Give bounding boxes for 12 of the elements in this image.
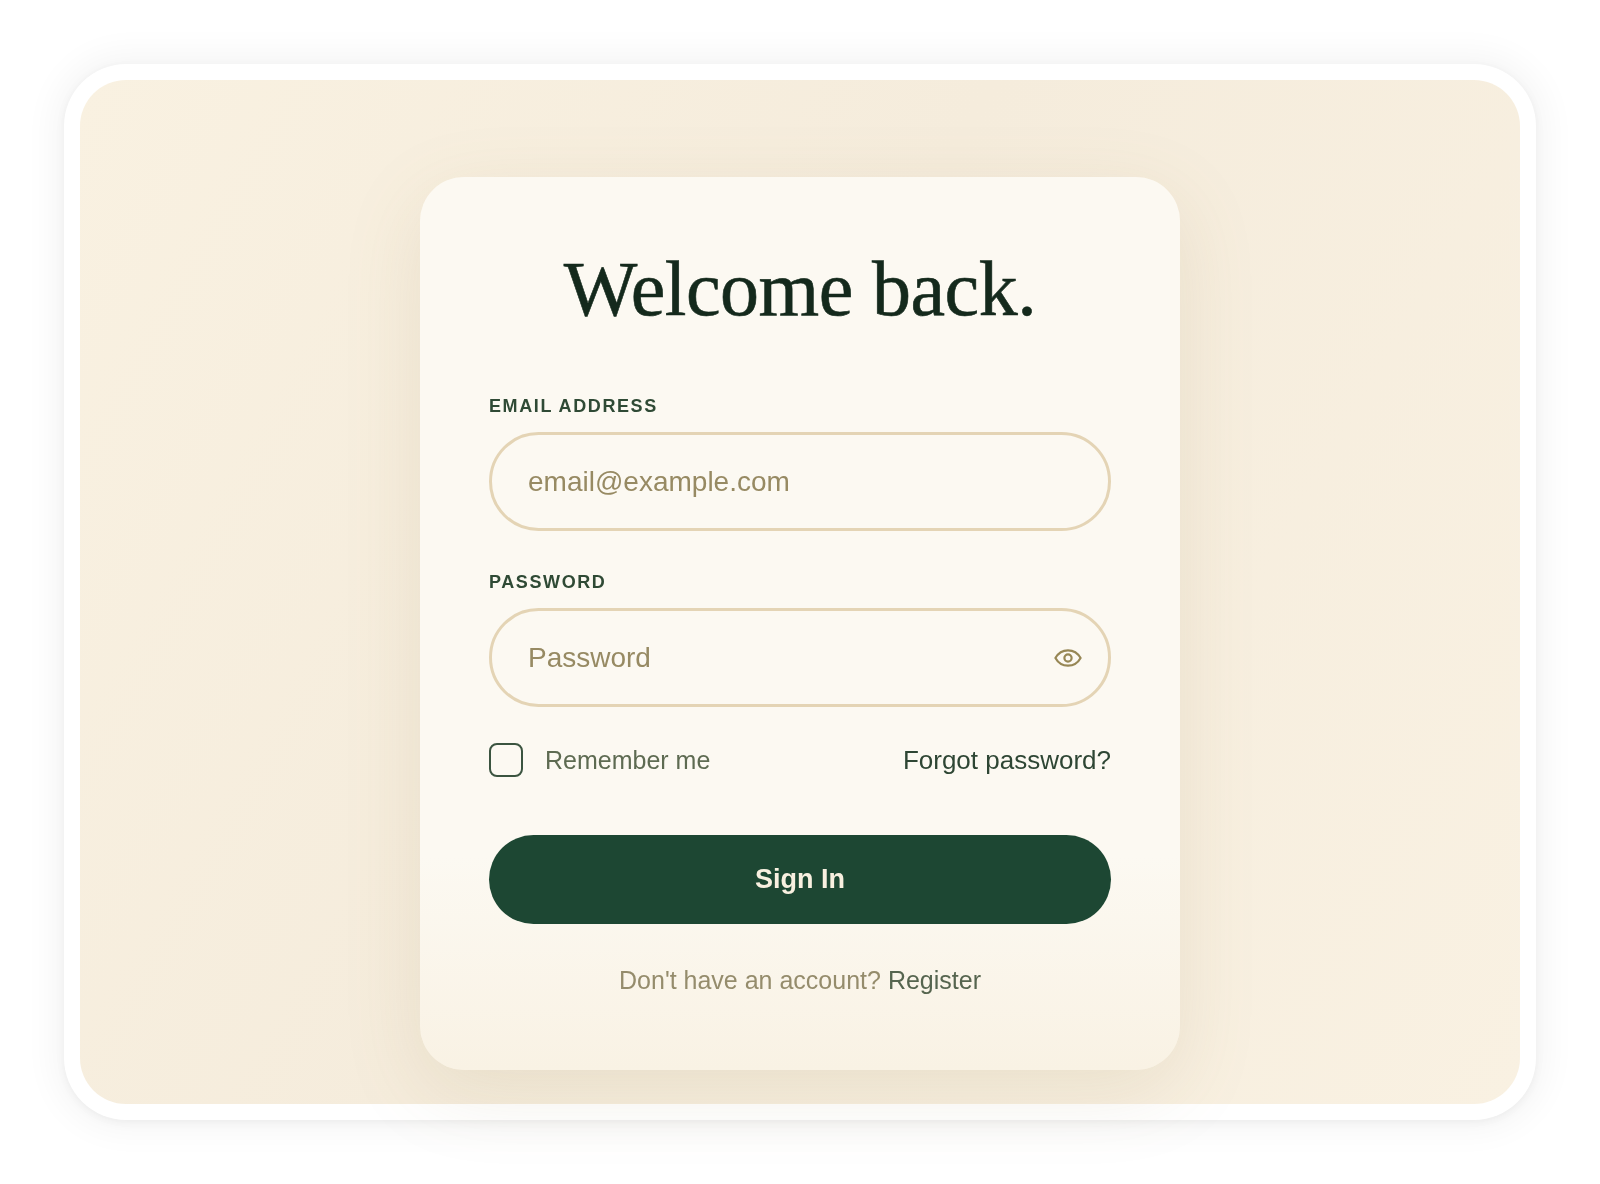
sign-in-button[interactable]: Sign In <box>489 835 1111 924</box>
password-field[interactable]: Password <box>489 608 1111 707</box>
remember-checkbox[interactable] <box>489 743 523 777</box>
password-label: PASSWORD <box>489 572 607 592</box>
forgot-password-link[interactable]: Forgot password? <box>902 745 1111 775</box>
remember-me-label: Remember me <box>545 745 711 775</box>
welcome-heading: Welcome back. <box>563 250 1037 328</box>
register-prompt: Don't have an account? Register <box>619 965 981 995</box>
email-field[interactable]: email@example.com <box>489 432 1111 531</box>
email-label: EMAIL ADDRESS <box>489 396 658 416</box>
register-link[interactable]: Register <box>887 966 981 994</box>
eye-icon[interactable] <box>1054 648 1082 667</box>
